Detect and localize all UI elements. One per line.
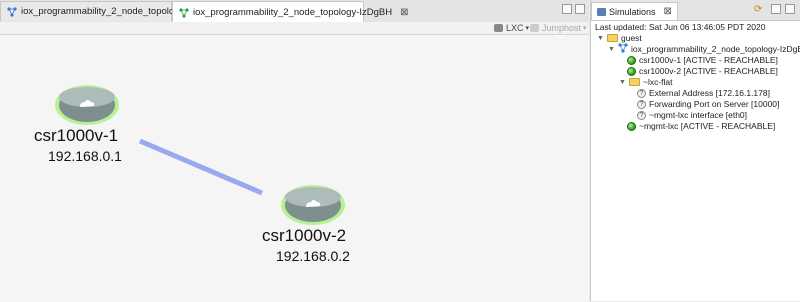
- expand-icon[interactable]: ▼: [608, 46, 616, 53]
- tree-label: iox_programmability_2_node_topology-IzDg…: [631, 44, 800, 54]
- tree-label: csr1000v-2 [ACTIVE - REACHABLE]: [639, 66, 778, 76]
- jumphost-label: Jumphost: [542, 23, 582, 33]
- close-icon[interactable]: ⊠: [664, 6, 672, 17]
- minimize-icon[interactable]: [771, 4, 781, 14]
- node-name: csr1000v-2: [262, 226, 347, 245]
- tab-simulations[interactable]: Simulations ⊠: [591, 2, 678, 20]
- tab-virl-file[interactable]: iox_programmability_2_node_topology.virl: [0, 1, 198, 21]
- lxc-button[interactable]: LXC ▾: [494, 22, 529, 34]
- router-csr1000v-1[interactable]: [55, 85, 119, 125]
- chevron-down-icon: ▾: [583, 25, 587, 32]
- lxc-label: LXC: [506, 23, 524, 33]
- simulations-icon: [597, 7, 606, 16]
- folder-icon: [629, 78, 640, 86]
- close-icon[interactable]: ⊠: [400, 7, 408, 18]
- maximize-icon[interactable]: [785, 4, 795, 14]
- tree-label: Forwarding Port on Server [10000]: [649, 99, 780, 109]
- editor-tab-bar: iox_programmability_2_node_topology.virl…: [0, 0, 589, 23]
- node-ip: 192.168.0.1: [48, 148, 122, 164]
- jumphost-icon: [530, 24, 539, 32]
- refresh-icon[interactable]: ⟳: [754, 4, 762, 15]
- tree-label: External Address [172.16.1.178]: [649, 88, 770, 98]
- tab-label: iox_programmability_2_node_topology-IzDg…: [193, 7, 393, 18]
- status-active-icon: [627, 55, 636, 65]
- tree-label: ~mgmt-lxc [ACTIVE - REACHABLE]: [639, 121, 776, 131]
- topology-canvas[interactable]: csr1000v-1 192.168.0.1 csr1000v-2 192.16…: [0, 34, 589, 302]
- link-line[interactable]: [139, 138, 263, 196]
- minimize-icon[interactable]: [562, 4, 572, 14]
- tree-label: csr1000v-1 [ACTIVE - REACHABLE]: [639, 55, 778, 65]
- simulations-panel: Simulations ⊠ ⟳ Last updated: Sat Jun 06…: [590, 0, 800, 301]
- expand-icon[interactable]: ▼: [597, 35, 605, 42]
- router-csr1000v-2[interactable]: [281, 185, 345, 225]
- status-active-icon: [627, 66, 636, 76]
- jumphost-button[interactable]: Jumphost ▾: [530, 22, 587, 34]
- node-ip: 192.168.0.2: [276, 248, 350, 264]
- simulations-tab-bar: Simulations ⊠ ⟳: [591, 0, 800, 21]
- tree-label: guest: [621, 33, 642, 43]
- console-icon: [494, 24, 503, 32]
- node-name: csr1000v-1: [34, 126, 119, 145]
- expand-icon[interactable]: ▼: [619, 79, 627, 86]
- simulations-title: Simulations: [609, 6, 656, 17]
- tab-simulation-topology[interactable]: iox_programmability_2_node_topology-IzDg…: [172, 1, 408, 23]
- unknown-status-icon: ?: [637, 99, 646, 109]
- maximize-icon[interactable]: [575, 4, 585, 14]
- unknown-status-icon: ?: [637, 88, 646, 98]
- chevron-down-icon: ▾: [525, 25, 530, 32]
- tree-label: ~lxc-flat: [643, 77, 673, 87]
- topology-editor: iox_programmability_2_node_topology.virl…: [0, 0, 589, 302]
- status-active-icon: [627, 121, 636, 131]
- folder-icon: [607, 34, 618, 42]
- tree-label: ~mgmt-lxc interface [eth0]: [649, 110, 748, 120]
- topology-icon: [7, 6, 17, 17]
- editor-toolbar: LXC ▾ Jumphost ▾: [0, 22, 589, 34]
- unknown-status-icon: ?: [637, 110, 646, 120]
- topology-sim-icon: [179, 7, 189, 18]
- tree-mgmt-lxc[interactable]: ~mgmt-lxc [ACTIVE - REACHABLE]: [627, 120, 775, 132]
